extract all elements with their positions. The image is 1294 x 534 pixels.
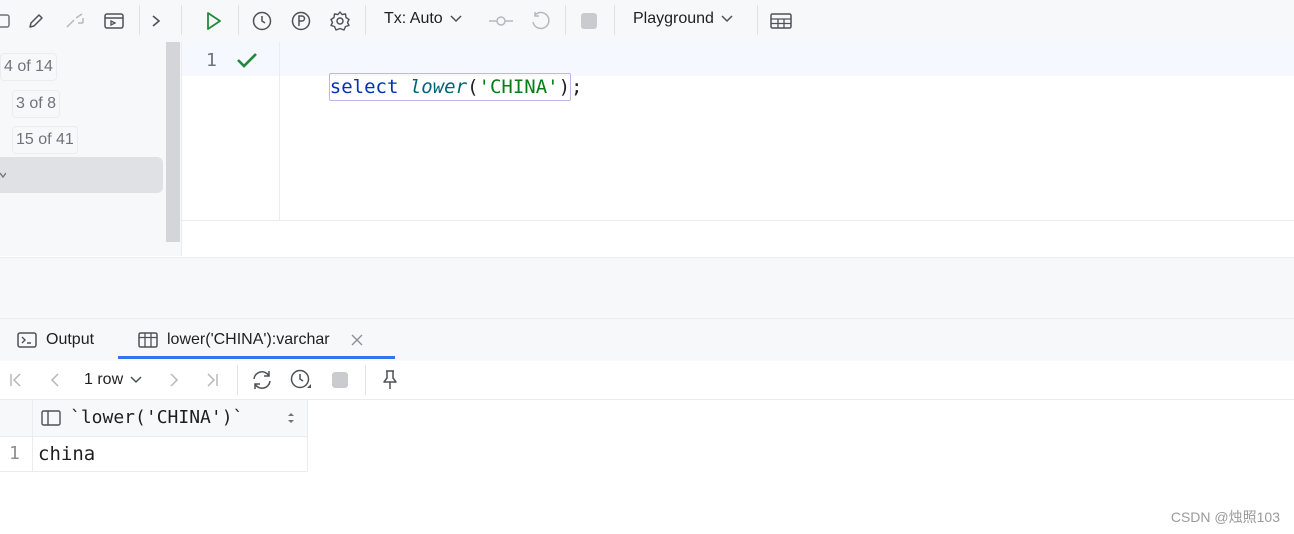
run-icon[interactable] (198, 6, 228, 36)
line-number: 1 (206, 50, 217, 71)
column-header[interactable]: `lower('CHINA')` (70, 407, 243, 428)
sidebar-badge: 15 of 41 (12, 126, 78, 154)
table-row[interactable]: 1 china (0, 437, 308, 472)
sql-keyword: select (329, 76, 399, 98)
cell-value[interactable]: china (38, 443, 95, 465)
sql-paren-open: ( (467, 76, 479, 98)
terminal-icon (17, 332, 37, 348)
active-tab-indicator (118, 356, 395, 359)
history-icon[interactable] (286, 365, 316, 395)
close-icon[interactable] (350, 333, 364, 347)
row-number-header (0, 400, 33, 436)
table-view-icon[interactable] (766, 6, 796, 36)
tab-output[interactable]: Output (16, 319, 94, 361)
stop-icon[interactable] (325, 365, 355, 395)
gear-icon[interactable] (325, 6, 355, 36)
editor-gutter: 1 (182, 42, 280, 220)
editor-bottom-area (182, 220, 1294, 258)
sql-paren-close: ) (558, 76, 571, 98)
row-count-label: 1 row (84, 371, 124, 388)
tx-mode-label: Tx: Auto (384, 10, 443, 27)
console-icon[interactable] (99, 6, 129, 36)
row-count-dropdown[interactable]: 1 row (84, 361, 143, 399)
rollback-icon[interactable] (525, 6, 555, 36)
pin-icon[interactable] (375, 365, 405, 395)
sidebar-badge: 4 of 14 (0, 53, 57, 81)
playground-dropdown[interactable]: Playground (633, 0, 734, 38)
chevron-down-icon (450, 15, 462, 23)
table-icon (138, 332, 158, 348)
sql-editor[interactable]: 1 select lower('CHINA'); (182, 42, 1294, 220)
edit-icon[interactable] (21, 6, 51, 36)
next-page-icon[interactable] (159, 365, 189, 395)
structure-sidebar: 4 of 14 3 of 8 15 of 41 (0, 42, 182, 256)
sidebar-scrollbar[interactable] (166, 42, 180, 242)
tab-label: Output (46, 331, 95, 348)
tx-mode-dropdown[interactable]: Tx: Auto (384, 0, 463, 38)
tab-label: lower('CHINA'):varchar (167, 331, 330, 348)
chevron-down-icon (0, 172, 6, 179)
sql-string: 'CHINA' (478, 76, 559, 98)
check-icon (237, 53, 257, 68)
sql-function: lower (409, 76, 468, 98)
row-number-cell: 1 (0, 437, 33, 471)
row-number: 1 (9, 443, 20, 464)
grid-header-row: `lower('CHINA')` (0, 400, 308, 437)
chevron-down-icon (721, 15, 733, 23)
jump-to-source-icon[interactable] (60, 6, 90, 36)
stop-icon[interactable] (574, 6, 604, 36)
sql-semicolon: ; (571, 76, 583, 98)
refresh-icon[interactable] (247, 365, 277, 395)
watermark: CSDN @烛照103 (1170, 509, 1280, 525)
history-icon[interactable] (247, 6, 277, 36)
statement-highlight: select lower('CHINA') (328, 73, 572, 101)
commit-icon[interactable] (486, 6, 516, 36)
chevron-down-icon (130, 376, 142, 384)
database-icon[interactable] (0, 6, 18, 36)
code-line[interactable]: select lower('CHINA'); (283, 47, 583, 101)
tab-result-lower[interactable]: lower('CHINA'):varchar (137, 319, 364, 361)
grid-toolbar: 1 row (0, 361, 1294, 400)
sort-icon[interactable] (286, 411, 296, 425)
panel-divider[interactable] (0, 257, 1294, 319)
chevron-right-icon[interactable] (141, 6, 171, 36)
previous-page-icon[interactable] (40, 365, 70, 395)
parameters-icon[interactable] (286, 6, 316, 36)
sidebar-badge: 3 of 8 (12, 90, 61, 118)
first-page-icon[interactable] (1, 365, 31, 395)
playground-label: Playground (633, 10, 714, 27)
column-icon (41, 410, 61, 426)
last-page-icon[interactable] (197, 365, 227, 395)
main-toolbar: Tx: Auto Playground (0, 0, 1294, 43)
sidebar-selected-item[interactable] (0, 157, 163, 193)
